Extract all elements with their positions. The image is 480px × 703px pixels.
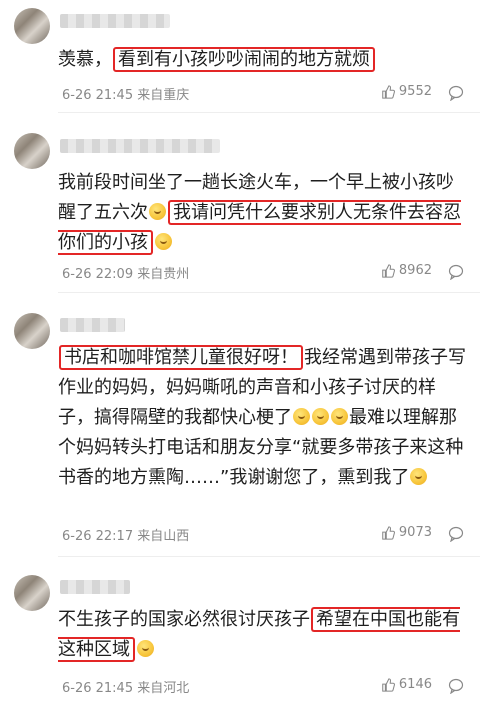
comment-text: 不生孩子的国家必然很讨厌孩子 希望在中国也能有这种区域	[58, 605, 470, 665]
comment-location: 来自山西	[137, 529, 190, 544]
like-button[interactable]: 6146	[381, 677, 432, 692]
divider	[58, 112, 480, 113]
comment-time: 6-26 21:45	[62, 88, 134, 103]
comment-text-segment: 我前段时间坐了一趟长途火车，	[58, 172, 310, 193]
like-count: 8962	[398, 263, 432, 278]
crying-emoji-icon	[293, 408, 310, 425]
username-blurred[interactable]	[60, 318, 125, 332]
thumbs-up-icon	[382, 263, 395, 278]
crying-laugh-emoji-icon	[149, 203, 166, 220]
comment-text: 我前段时间坐了一趟长途火车，一个早上被小孩吵醒了五六次 我请问凭什么要求别人无条件…	[58, 168, 470, 258]
divider	[58, 556, 480, 557]
comment-text: 羡慕， 看到有小孩吵吵闹闹的地方就烦	[58, 45, 470, 75]
comment-location: 来自河北	[137, 681, 190, 696]
username-blurred[interactable]	[60, 14, 170, 28]
comment-text-segment: 不生孩子的国家必然很讨厌孩子	[58, 609, 310, 630]
thumbs-up-icon	[382, 84, 395, 99]
comment-meta: 6-26 21:45 来自重庆	[62, 84, 189, 103]
avatar[interactable]	[14, 133, 50, 169]
username-blurred[interactable]	[60, 580, 130, 594]
like-button[interactable]: 8962	[381, 263, 432, 278]
avatar[interactable]	[14, 313, 50, 349]
like-count: 9073	[398, 525, 432, 540]
highlight-box: 书店和咖啡馆禁儿童很好呀！	[59, 345, 303, 370]
comment-meta: 6-26 21:45 来自河北	[62, 677, 189, 696]
like-button[interactable]: 9073	[381, 525, 432, 540]
reply-icon[interactable]	[448, 526, 464, 542]
crying-emoji-icon	[312, 408, 329, 425]
comment-meta: 6-26 22:09 来自贵州	[62, 263, 189, 282]
comment-text-segment: 羡慕，	[58, 49, 112, 70]
like-count: 9552	[398, 84, 432, 99]
comment-meta: 6-26 22:17 来自山西	[62, 525, 189, 544]
thumbs-up-icon	[382, 677, 395, 692]
like-button[interactable]: 9552	[381, 84, 432, 99]
crying-laugh-emoji-icon	[155, 233, 172, 250]
divider	[58, 292, 480, 293]
crying-emoji-icon	[410, 468, 428, 485]
comment-time: 6-26 21:45	[62, 681, 134, 696]
reply-icon[interactable]	[448, 678, 464, 694]
comment-time: 6-26 22:17	[62, 529, 134, 544]
like-count: 6146	[398, 677, 432, 692]
avatar[interactable]	[14, 8, 50, 44]
reply-icon[interactable]	[448, 85, 464, 101]
crying-emoji-icon	[331, 408, 348, 425]
thumbs-up-icon	[382, 525, 395, 540]
username-blurred[interactable]	[60, 139, 220, 153]
comment-time: 6-26 22:09	[62, 267, 134, 282]
comment-location: 来自贵州	[137, 267, 190, 282]
comment-text: 书店和咖啡馆禁儿童很好呀！ 我经常遇到带孩子写作业的妈妈，妈妈嘶吼的声音和小孩子讨…	[58, 343, 470, 493]
smile-emoji-icon	[137, 640, 154, 657]
comment-location: 来自重庆	[137, 88, 190, 103]
avatar[interactable]	[14, 575, 50, 611]
reply-icon[interactable]	[448, 264, 464, 280]
highlight-box: 看到有小孩吵吵闹闹的地方就烦	[113, 47, 375, 72]
